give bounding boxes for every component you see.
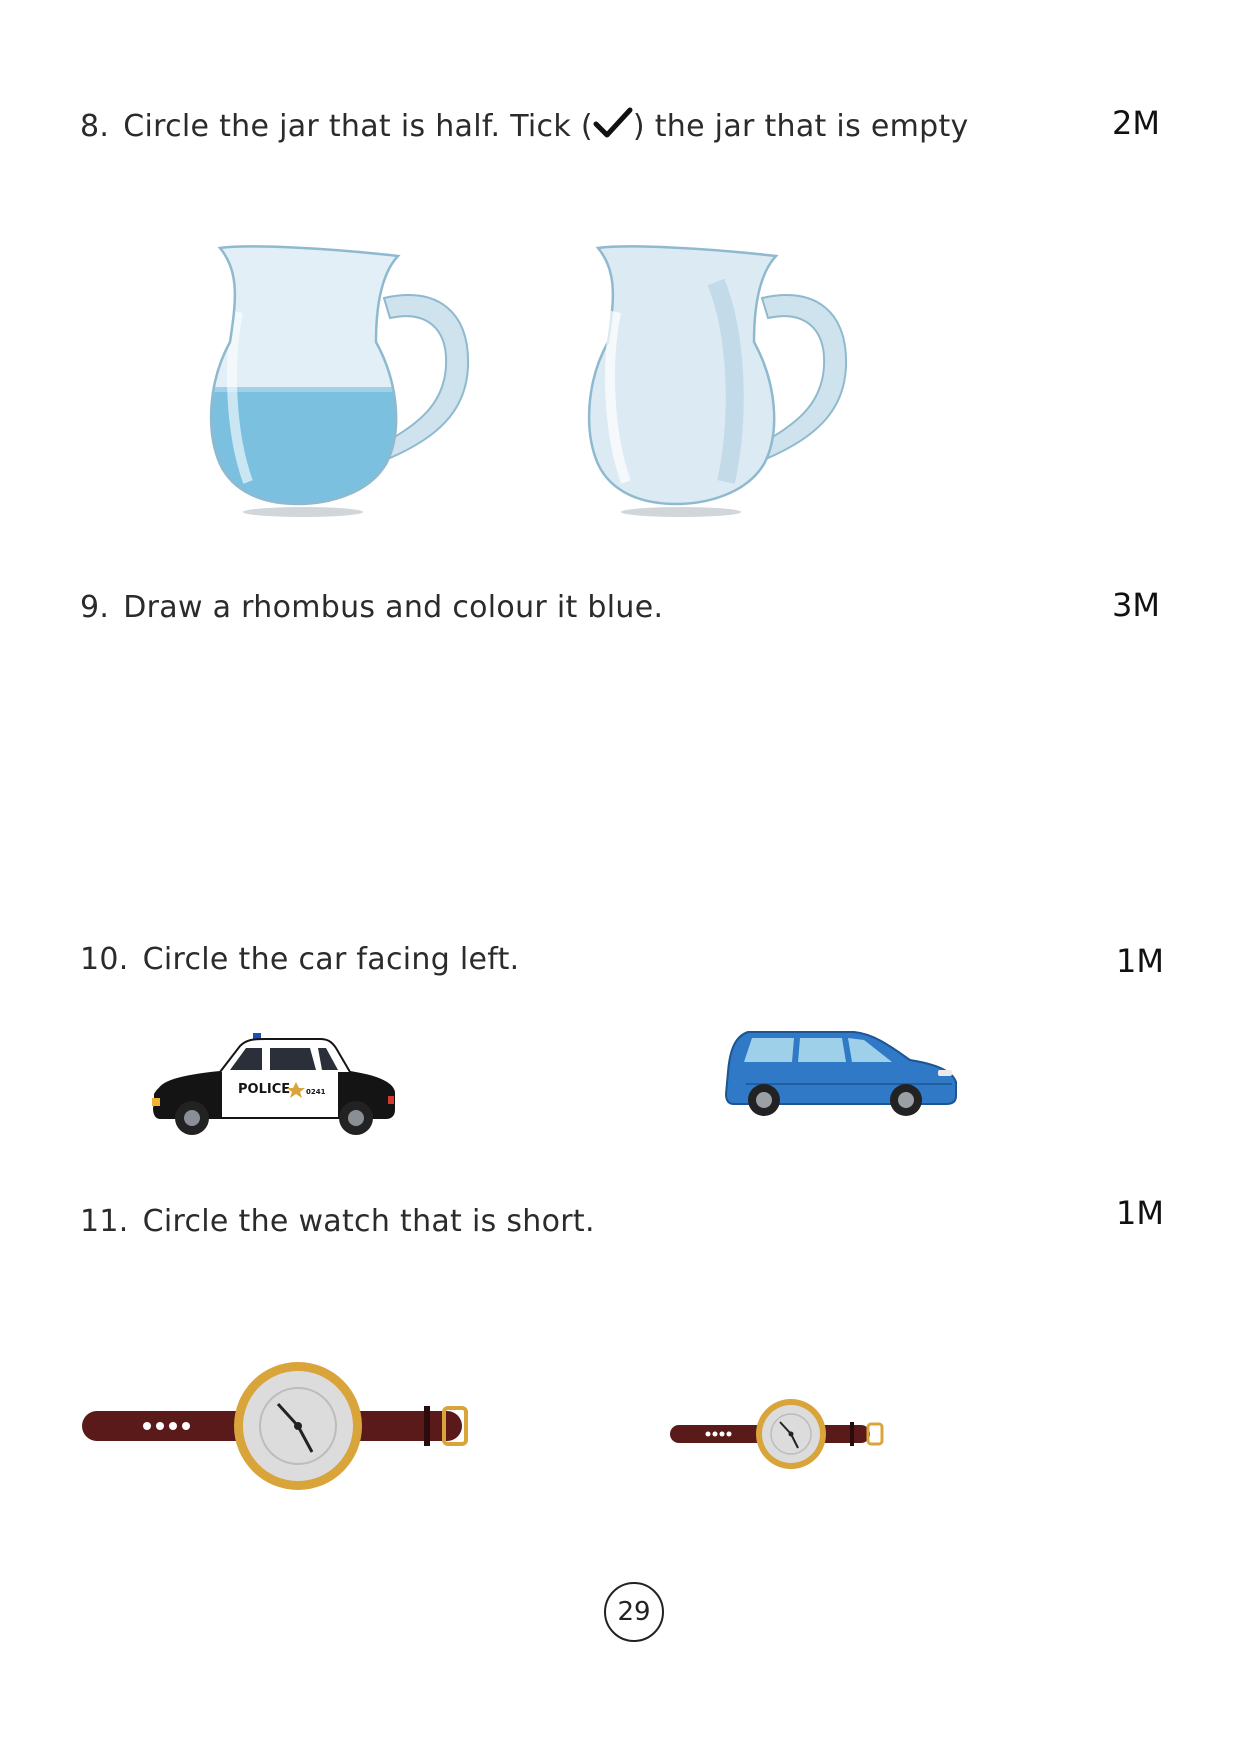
- police-text: POLICE: [238, 1082, 290, 1097]
- question-text: Draw a rhombus and colour it blue.: [123, 590, 664, 625]
- page-number: 29: [604, 1582, 664, 1642]
- short-watch[interactable]: [668, 1394, 892, 1478]
- half-filled-jug[interactable]: [208, 242, 478, 526]
- tick-mark-icon: [593, 106, 633, 148]
- police-car[interactable]: POLICE 0241: [150, 1030, 396, 1144]
- question-text: Circle the car facing left.: [142, 942, 520, 977]
- question-text: Circle the jar that is half. Tick (: [123, 109, 593, 144]
- question-number: 10.: [80, 942, 129, 977]
- question-11: 11. Circle the watch that is short.: [80, 1204, 595, 1239]
- question-8: 8. Circle the jar that is half. Tick ( ) t…: [80, 106, 969, 148]
- police-number: 0241: [306, 1088, 326, 1096]
- question-number: 9.: [80, 590, 110, 625]
- empty-jug[interactable]: [586, 242, 856, 526]
- blue-car[interactable]: [724, 1026, 960, 1126]
- question-9: 9. Draw a rhombus and colour it blue.: [80, 590, 663, 625]
- question-10: 10. Circle the car facing left.: [80, 942, 520, 977]
- question-number: 8.: [80, 109, 110, 144]
- long-watch[interactable]: [80, 1356, 474, 1500]
- question-text: Circle the watch that is short.: [142, 1204, 595, 1239]
- question-text-cont: ) the jar that is empty: [632, 109, 969, 144]
- question-number: 11.: [80, 1204, 129, 1239]
- drawing-area[interactable]: [80, 650, 1160, 910]
- marks-label: 2M: [1112, 104, 1160, 142]
- marks-label: 1M: [1116, 942, 1164, 980]
- marks-label: 3M: [1112, 586, 1160, 624]
- marks-label: 1M: [1116, 1194, 1164, 1232]
